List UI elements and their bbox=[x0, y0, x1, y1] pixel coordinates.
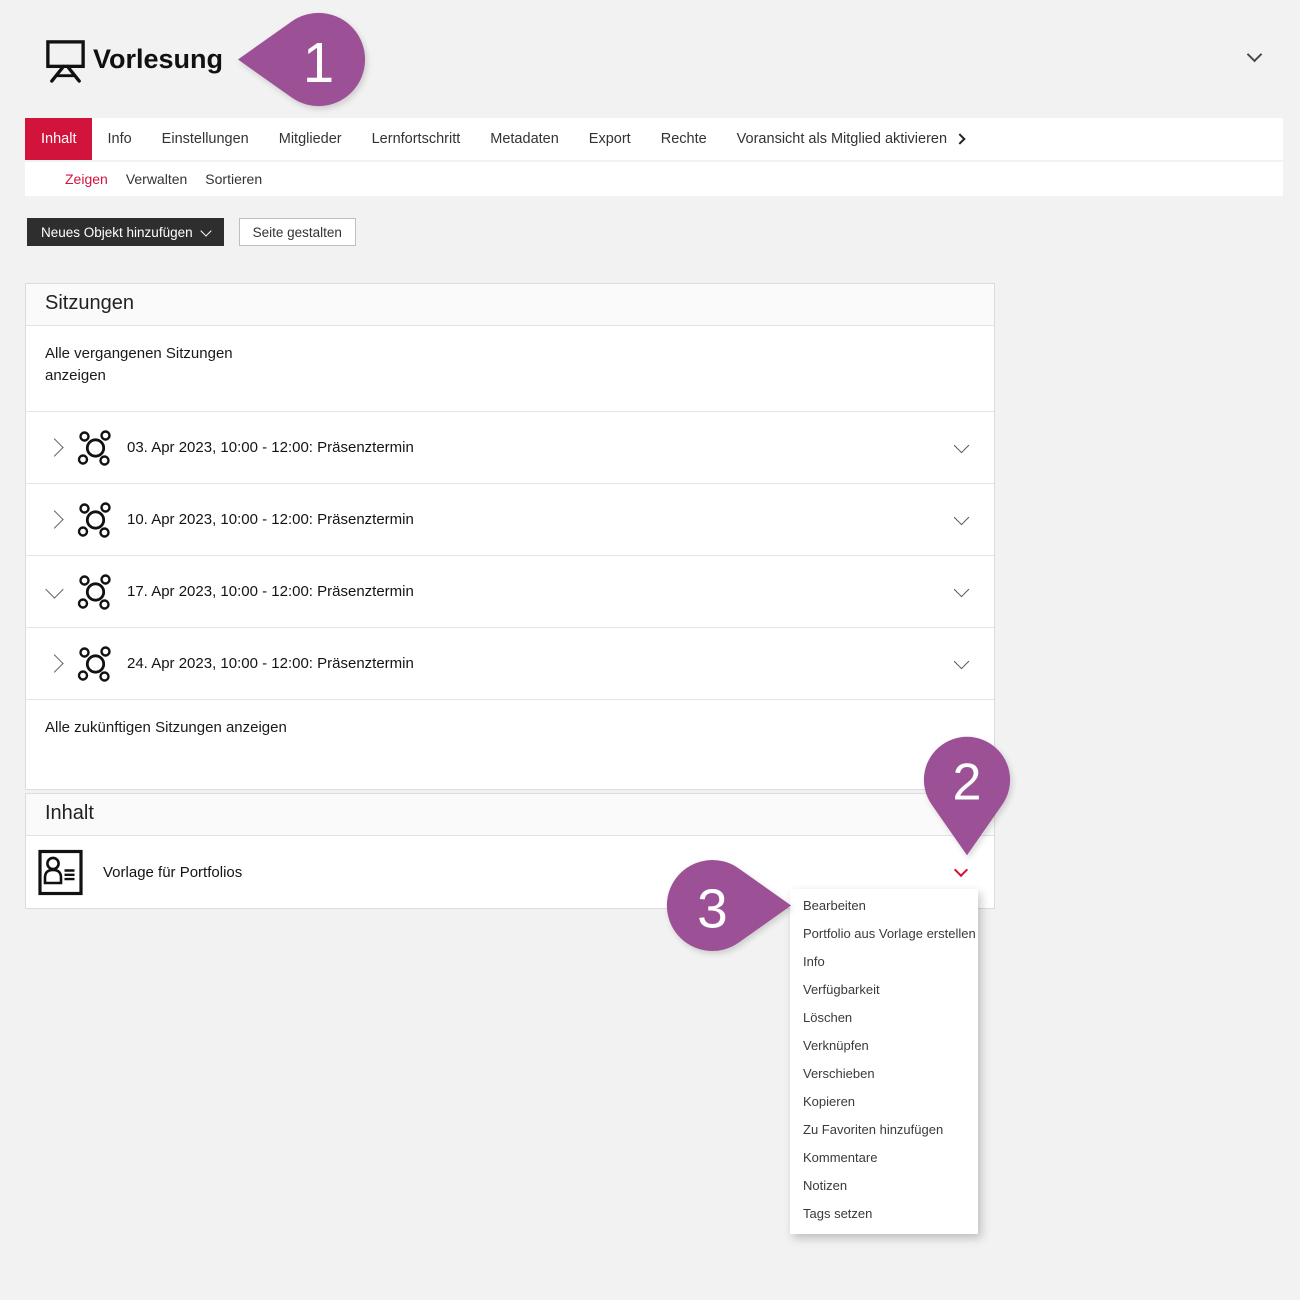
session-group-icon bbox=[77, 429, 114, 467]
row-collapse-chevron-icon[interactable] bbox=[954, 582, 970, 598]
annotation-number: 3 bbox=[697, 877, 728, 939]
tab-einstellungen[interactable]: Einstellungen bbox=[147, 118, 264, 160]
row-collapse-chevron-icon[interactable] bbox=[954, 654, 970, 670]
menu-item-kommentare[interactable]: Kommentare bbox=[790, 1144, 978, 1172]
tab-lernfortschritt[interactable]: Lernfortschritt bbox=[357, 118, 476, 160]
item-actions-menu: Bearbeiten Portfolio aus Vorlage erstell… bbox=[790, 889, 978, 1234]
chevron-down-icon bbox=[200, 225, 211, 236]
tab-mitglieder[interactable]: Mitglieder bbox=[264, 118, 357, 160]
menu-item-verfuegbarkeit[interactable]: Verfügbarkeit bbox=[790, 976, 978, 1004]
tab-export[interactable]: Export bbox=[574, 118, 646, 160]
page-title: Vorlesung bbox=[93, 44, 223, 75]
portfolio-template-icon bbox=[38, 849, 83, 896]
menu-item-verknuepfen[interactable]: Verknüpfen bbox=[790, 1032, 978, 1060]
session-row: 10. Apr 2023, 10:00 - 12:00: Präsenzterm… bbox=[26, 483, 994, 555]
session-label[interactable]: 03. Apr 2023, 10:00 - 12:00: Präsenzterm… bbox=[127, 439, 956, 456]
row-collapse-chevron-icon[interactable] bbox=[954, 510, 970, 526]
expand-chevron-icon[interactable] bbox=[45, 510, 63, 528]
session-group-icon bbox=[77, 573, 114, 611]
annotation-balloon-2: 2 bbox=[922, 735, 1012, 858]
menu-item-zu-favoriten[interactable]: Zu Favoriten hinzufügen bbox=[790, 1116, 978, 1144]
show-past-sessions-link[interactable]: Alle vergangenen Sitzungen anzeigen bbox=[26, 326, 994, 411]
main-tab-bar: Inhalt Info Einstellungen Mitglieder Ler… bbox=[25, 118, 1283, 160]
collapse-chevron-icon[interactable] bbox=[45, 580, 63, 598]
expand-chevron-icon[interactable] bbox=[45, 654, 63, 672]
menu-item-loeschen[interactable]: Löschen bbox=[790, 1004, 978, 1032]
tab-rechte[interactable]: Rechte bbox=[646, 118, 722, 160]
session-label[interactable]: 24. Apr 2023, 10:00 - 12:00: Präsenzterm… bbox=[127, 655, 956, 672]
tab-metadaten[interactable]: Metadaten bbox=[475, 118, 574, 160]
session-group-icon bbox=[77, 645, 114, 683]
sub-tab-bar: Zeigen Verwalten Sortieren bbox=[25, 162, 1283, 196]
expand-chevron-icon[interactable] bbox=[45, 438, 63, 456]
content-panel-title: Inhalt bbox=[26, 794, 994, 836]
session-row: 03. Apr 2023, 10:00 - 12:00: Präsenzterm… bbox=[26, 411, 994, 483]
menu-item-kopieren[interactable]: Kopieren bbox=[790, 1088, 978, 1116]
session-row: 24. Apr 2023, 10:00 - 12:00: Präsenzterm… bbox=[26, 627, 994, 699]
sessions-panel-title: Sitzungen bbox=[26, 284, 994, 326]
menu-item-bearbeiten[interactable]: Bearbeiten bbox=[790, 892, 978, 920]
chevron-right-icon bbox=[954, 133, 965, 144]
menu-item-verschieben[interactable]: Verschieben bbox=[790, 1060, 978, 1088]
show-future-sessions-link[interactable]: Alle zukünftigen Sitzungen anzeigen bbox=[26, 699, 994, 789]
page-collapse-chevron-icon[interactable] bbox=[1247, 47, 1263, 63]
tab-voransicht-aktivieren[interactable]: Voransicht als Mitglied aktivieren bbox=[722, 118, 979, 160]
page-header: Vorlesung bbox=[0, 0, 1300, 118]
row-collapse-chevron-icon[interactable] bbox=[954, 438, 970, 454]
menu-item-tags-setzen[interactable]: Tags setzen bbox=[790, 1200, 978, 1228]
subtab-sortieren[interactable]: Sortieren bbox=[205, 171, 262, 187]
annotation-balloon-3: 3 bbox=[665, 858, 793, 953]
annotation-number: 2 bbox=[953, 754, 982, 812]
session-label[interactable]: 10. Apr 2023, 10:00 - 12:00: Präsenzterm… bbox=[127, 511, 956, 528]
tab-info[interactable]: Info bbox=[92, 118, 146, 160]
session-label[interactable]: 17. Apr 2023, 10:00 - 12:00: Präsenzterm… bbox=[127, 583, 956, 600]
session-row-expanded: 17. Apr 2023, 10:00 - 12:00: Präsenzterm… bbox=[26, 555, 994, 627]
subtab-verwalten[interactable]: Verwalten bbox=[126, 171, 187, 187]
item-actions-chevron-icon[interactable] bbox=[954, 863, 968, 877]
annotation-balloon-1: 1 bbox=[236, 11, 367, 108]
toolbar: Neues Objekt hinzufügen Seite gestalten bbox=[27, 218, 356, 246]
page: Vorlesung Inhalt Info Einstellungen Mitg… bbox=[0, 0, 1300, 1300]
menu-item-portfolio-aus-vorlage[interactable]: Portfolio aus Vorlage erstellen bbox=[790, 920, 978, 948]
menu-item-notizen[interactable]: Notizen bbox=[790, 1172, 978, 1200]
add-object-button[interactable]: Neues Objekt hinzufügen bbox=[27, 218, 224, 246]
portfolio-template-label[interactable]: Vorlage für Portfolios bbox=[103, 864, 956, 881]
sessions-panel: Sitzungen Alle vergangenen Sitzungen anz… bbox=[25, 283, 995, 790]
menu-item-info[interactable]: Info bbox=[790, 948, 978, 976]
session-group-icon bbox=[77, 501, 114, 539]
tab-inhalt[interactable]: Inhalt bbox=[25, 118, 92, 160]
presentation-easel-icon bbox=[42, 35, 89, 84]
design-page-button[interactable]: Seite gestalten bbox=[239, 218, 356, 246]
annotation-number: 1 bbox=[303, 31, 334, 94]
subtab-zeigen[interactable]: Zeigen bbox=[65, 171, 108, 187]
